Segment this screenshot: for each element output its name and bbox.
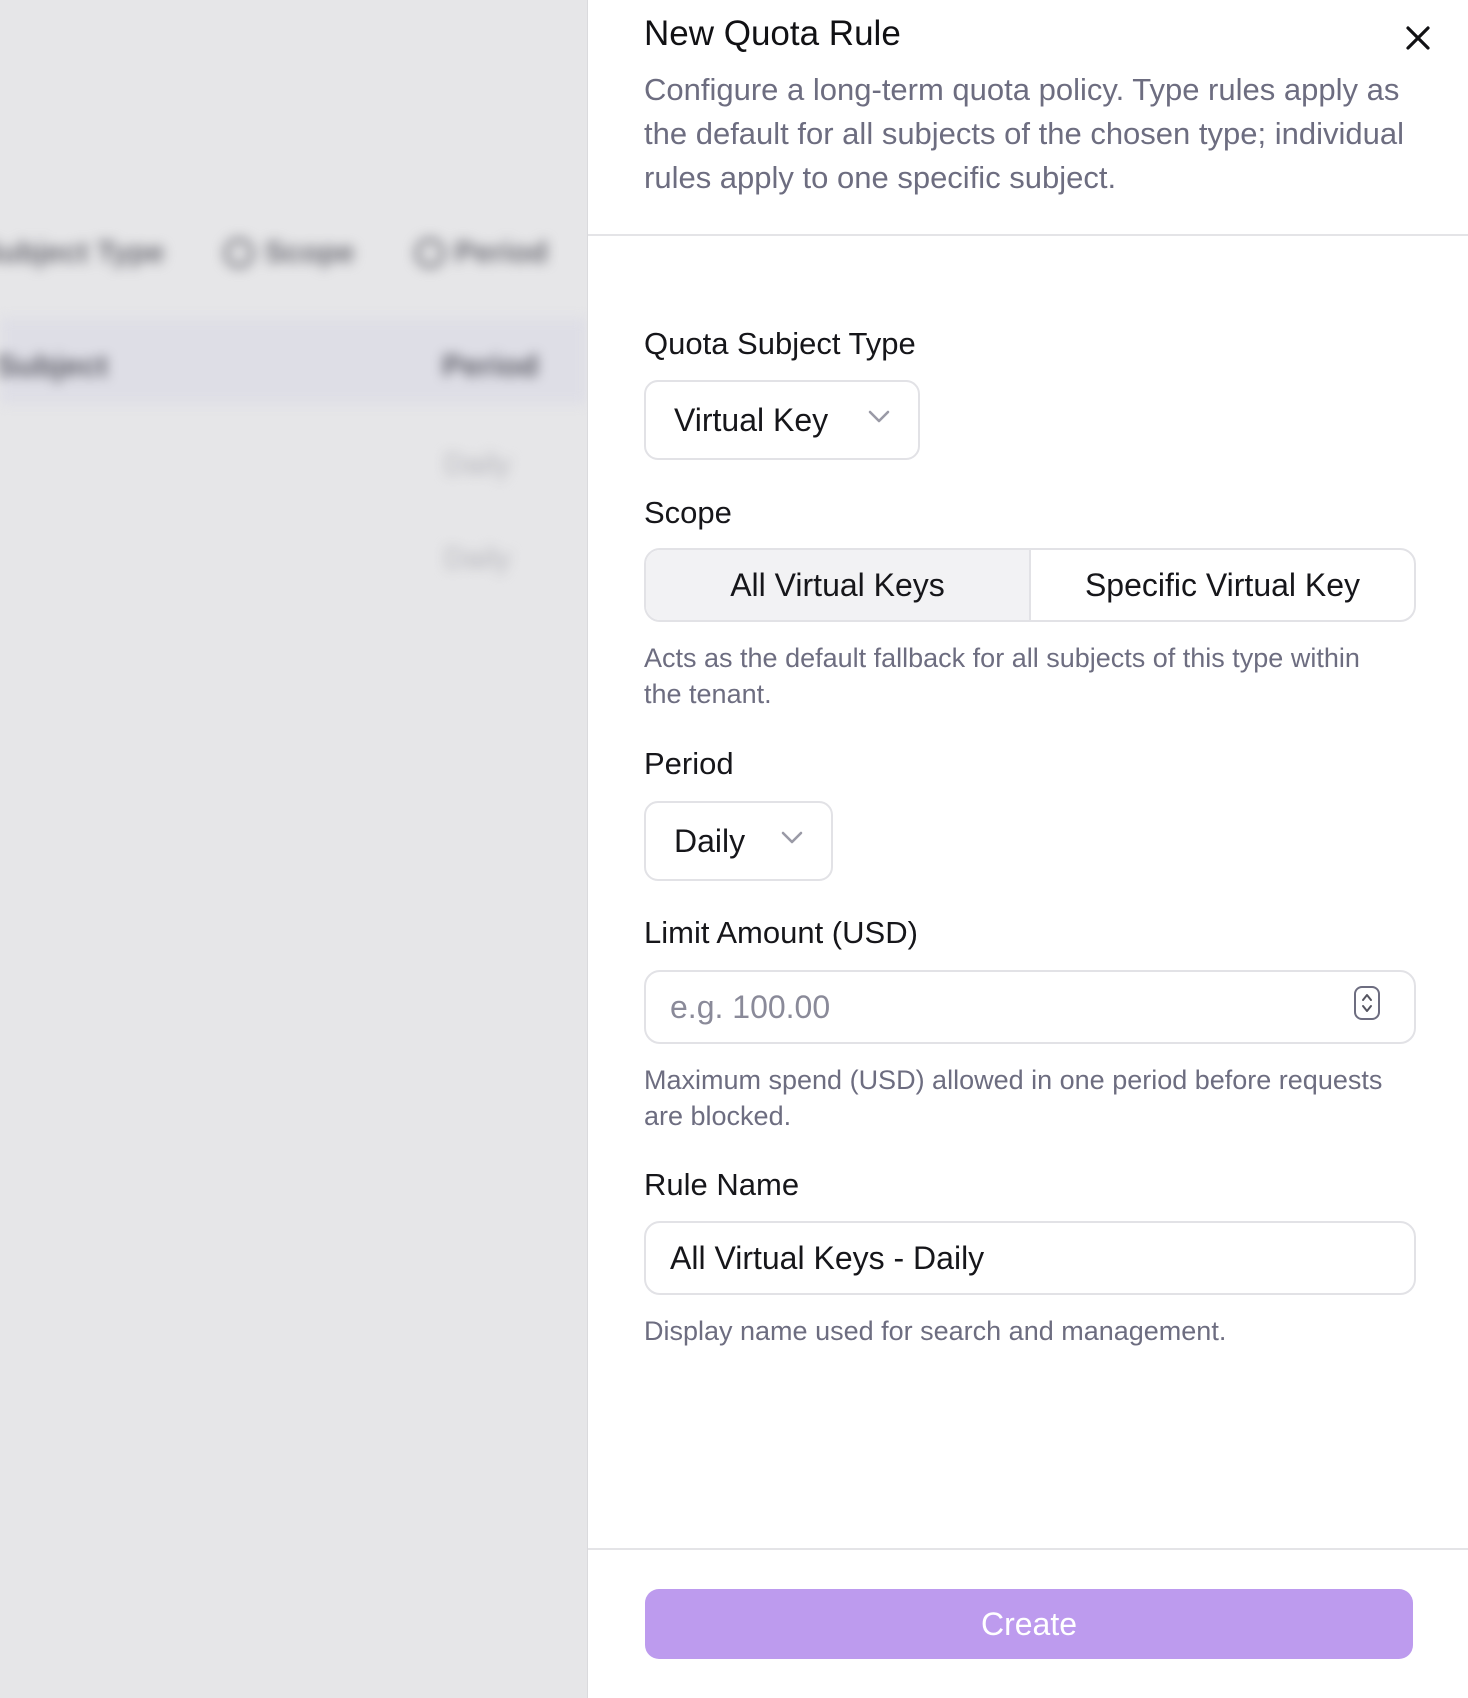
scope-label: Scope: [644, 495, 732, 530]
close-icon: [1406, 26, 1430, 50]
subject-type-select[interactable]: Virtual Key: [644, 380, 920, 460]
table-cell: Daily: [444, 542, 511, 575]
number-stepper[interactable]: [1354, 986, 1380, 1020]
filter-label: Scope: [264, 236, 355, 269]
plus-circle-icon: [414, 238, 445, 268]
chevron-down-icon: [868, 410, 890, 423]
header-divider: [588, 234, 1468, 236]
create-button[interactable]: Create: [645, 1589, 1413, 1659]
footer-divider: [588, 1548, 1468, 1550]
filter-chip: Scope: [224, 236, 355, 270]
period-value: Daily: [674, 822, 746, 859]
period-label: Period: [644, 746, 734, 781]
subject-type-value: Virtual Key: [674, 401, 829, 438]
rule-name-input[interactable]: [644, 1221, 1416, 1295]
limit-amount-help-text: Maximum spend (USD) allowed in one perio…: [644, 1065, 1383, 1131]
drawer-description: Configure a long-term quota policy. Type…: [644, 72, 1404, 195]
filter-chip: Subject Type: [0, 236, 164, 270]
subject-type-label: Quota Subject Type: [644, 326, 916, 361]
column-header-subject: Subject: [0, 348, 108, 383]
filter-chip: Period: [414, 236, 548, 270]
rule-name-help-text: Display name used for search and managem…: [644, 1316, 1227, 1346]
rule-name-label: Rule Name: [644, 1167, 800, 1202]
close-button[interactable]: [1396, 16, 1440, 60]
column-header-period: Period: [442, 348, 539, 383]
scope-help-text: Acts as the default fallback for all sub…: [644, 643, 1360, 709]
scope-option-all-virtual-keys[interactable]: All Virtual Keys: [646, 550, 1031, 620]
background-filters: Subject Type Scope Period: [0, 236, 548, 270]
up-down-arrows-icon: [1362, 994, 1372, 1012]
filter-label: Period: [454, 236, 548, 269]
limit-amount-label: Limit Amount (USD): [644, 915, 918, 950]
chevron-down-icon: [781, 831, 803, 844]
new-quota-rule-drawer: New Quota Rule Configure a long-term quo…: [587, 0, 1468, 1698]
background-page: Subject Type Scope Period Subject Period…: [0, 0, 587, 1698]
scope-segmented-control: All Virtual Keys Specific Virtual Key: [644, 548, 1416, 622]
period-select[interactable]: Daily: [644, 801, 833, 881]
drawer-title: New Quota Rule: [644, 14, 901, 53]
background-table-header: Subject Period: [0, 318, 587, 404]
scope-option-specific-virtual-key[interactable]: Specific Virtual Key: [1031, 550, 1414, 620]
limit-amount-input[interactable]: [644, 970, 1416, 1044]
table-cell: Daily: [444, 448, 511, 481]
plus-circle-icon: [224, 238, 255, 268]
filter-label: Subject Type: [0, 236, 165, 269]
